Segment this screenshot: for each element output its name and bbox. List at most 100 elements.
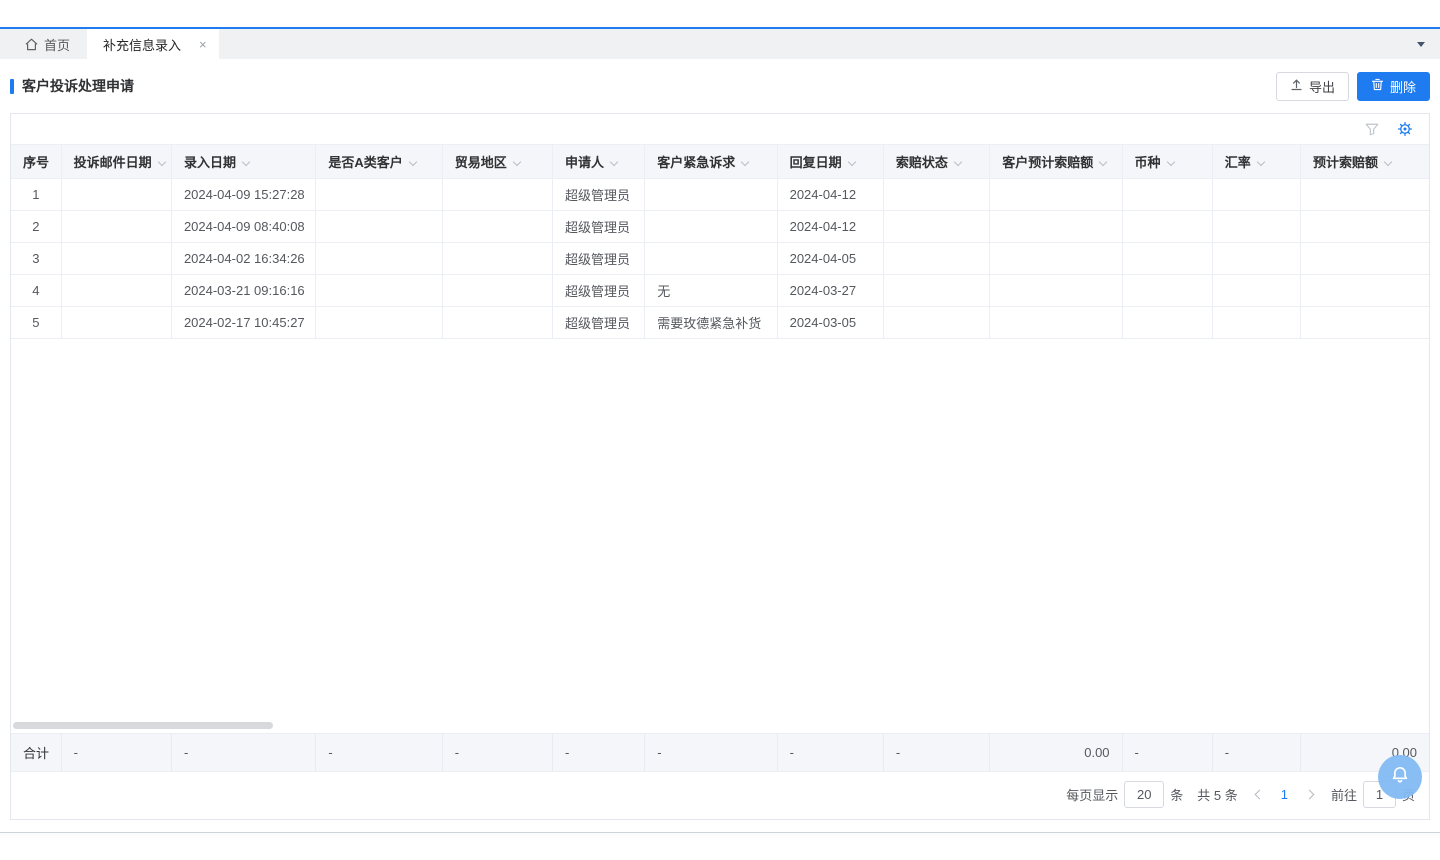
summary-table: 合计--------0.00--0.00 (11, 733, 1429, 772)
table-cell: 2024-04-09 15:27:28 (171, 179, 315, 211)
column-label: 是否A类客户 (328, 155, 402, 170)
column-header-8[interactable]: 索赔状态 (883, 145, 989, 179)
horizontal-scrollbar-track (11, 719, 1429, 733)
table-cell: 2024-04-09 08:40:08 (171, 211, 315, 243)
table-cell: 1 (11, 179, 61, 211)
close-icon[interactable]: × (199, 38, 207, 51)
table-cell: 2024-04-12 (777, 179, 883, 211)
table-cell (1122, 307, 1212, 339)
per-page-label: 每页显示 (1066, 785, 1118, 804)
table-cell: 2024-04-12 (777, 211, 883, 243)
table-row[interactable]: 1 2024-04-09 15:27:28 超级管理员 2024-04-12 (11, 179, 1429, 211)
filter-icon[interactable] (1365, 123, 1379, 136)
table-cell (883, 275, 989, 307)
horizontal-scrollbar-thumb[interactable] (13, 722, 273, 729)
summary-cell: - (61, 734, 171, 772)
table-cell (990, 307, 1122, 339)
prev-page-chevron-icon[interactable] (1254, 789, 1264, 799)
table-cell (61, 243, 171, 275)
next-page-chevron-icon[interactable] (1305, 789, 1315, 799)
column-settings-gear-icon[interactable] (1397, 121, 1413, 137)
table-scroll-area: 序号投诉邮件日期录入日期是否A类客户贸易地区申请人客户紧急诉求回复日期索赔状态客… (11, 144, 1429, 719)
page-title-text: 客户投诉处理申请 (22, 76, 134, 96)
table-cell (1212, 179, 1300, 211)
table-cell (1212, 275, 1300, 307)
export-button[interactable]: 导出 (1276, 72, 1349, 101)
sort-chevron-down-icon (157, 158, 165, 166)
column-header-4[interactable]: 贸易地区 (442, 145, 552, 179)
sort-chevron-down-icon (1099, 158, 1107, 166)
table-cell (1122, 179, 1212, 211)
sort-chevron-down-icon (954, 158, 962, 166)
trash-icon (1371, 78, 1384, 94)
column-header-7[interactable]: 回复日期 (777, 145, 883, 179)
table-row[interactable]: 22024-04-09 08:40:08超级管理员2024-04-12 (11, 211, 1429, 243)
column-label: 回复日期 (790, 155, 842, 170)
table-cell (883, 243, 989, 275)
tab-supplementary-info[interactable]: 补充信息录入 × (87, 29, 219, 59)
column-label: 录入日期 (184, 155, 236, 170)
table-cell: 超级管理员 (552, 275, 644, 307)
table-cell: 超级管理员 (552, 307, 644, 339)
column-header-3[interactable]: 是否A类客户 (316, 145, 442, 179)
table-cell: 3 (11, 243, 61, 275)
table-cell: 需要玫德紧急补货 (645, 307, 777, 339)
table-cell (442, 307, 552, 339)
column-label: 客户紧急诉求 (657, 155, 735, 170)
pagination: 每页显示 条 共 5 条 1 前往 页 (11, 772, 1429, 816)
tab-home[interactable]: 首页 (8, 29, 87, 59)
table-cell (316, 179, 442, 211)
table-cell: 超级管理员 (552, 243, 644, 275)
table-cell (316, 307, 442, 339)
table-cell (61, 179, 171, 211)
column-label: 客户预计索赔额 (1002, 155, 1093, 170)
sort-chevron-down-icon (1384, 158, 1392, 166)
column-header-9[interactable]: 客户预计索赔额 (990, 145, 1122, 179)
total-count-label: 共 5 条 (1197, 785, 1237, 804)
table-cell (645, 243, 777, 275)
column-header-2[interactable]: 录入日期 (171, 145, 315, 179)
table-cell (61, 307, 171, 339)
table-cell: 超级管理员 (552, 179, 644, 211)
table-cell (316, 243, 442, 275)
summary-cell: - (1122, 734, 1212, 772)
table-cell (1301, 243, 1429, 275)
column-header-11[interactable]: 汇率 (1212, 145, 1300, 179)
table-cell (1122, 211, 1212, 243)
column-label: 索赔状态 (896, 155, 948, 170)
table-row[interactable]: 42024-03-21 09:16:16超级管理员无2024-03-27 (11, 275, 1429, 307)
table-cell (442, 275, 552, 307)
table-panel: 序号投诉邮件日期录入日期是否A类客户贸易地区申请人客户紧急诉求回复日期索赔状态客… (10, 113, 1430, 820)
column-label: 贸易地区 (455, 155, 507, 170)
column-header-5[interactable]: 申请人 (552, 145, 644, 179)
tab-list-chevron-down-icon[interactable] (1417, 42, 1425, 47)
table-cell (61, 275, 171, 307)
sort-chevron-down-icon (408, 158, 416, 166)
summary-cell: 0.00 (990, 734, 1122, 772)
page-header: 客户投诉处理申请 导出 删 (10, 59, 1430, 113)
table-cell (442, 179, 552, 211)
table-cell (1212, 307, 1300, 339)
table-cell: 超级管理员 (552, 211, 644, 243)
column-header-1[interactable]: 投诉邮件日期 (61, 145, 171, 179)
page-size-input[interactable] (1124, 781, 1164, 808)
sort-chevron-down-icon (1166, 158, 1174, 166)
table-cell (990, 179, 1122, 211)
table-cell (645, 179, 777, 211)
delete-button[interactable]: 删除 (1357, 72, 1430, 101)
title-accent-mark (10, 79, 14, 94)
table-cell: 无 (645, 275, 777, 307)
column-header-10[interactable]: 币种 (1122, 145, 1212, 179)
table-row[interactable]: 32024-04-02 16:34:26超级管理员2024-04-05 (11, 243, 1429, 275)
tab-label: 首页 (44, 35, 70, 54)
column-header-12[interactable]: 预计索赔额 (1301, 145, 1429, 179)
column-label: 申请人 (565, 155, 604, 170)
table-cell (645, 211, 777, 243)
top-strip (0, 0, 1440, 27)
current-page-number[interactable]: 1 (1277, 787, 1292, 802)
table-cell (990, 211, 1122, 243)
notification-bell-button[interactable] (1378, 755, 1422, 799)
column-header-6[interactable]: 客户紧急诉求 (645, 145, 777, 179)
table-row[interactable]: 52024-02-17 10:45:27超级管理员需要玫德紧急补货2024-03… (11, 307, 1429, 339)
summary-cell: - (1212, 734, 1300, 772)
